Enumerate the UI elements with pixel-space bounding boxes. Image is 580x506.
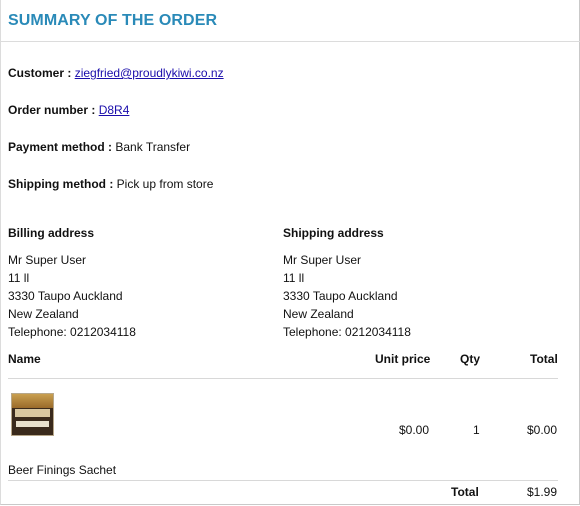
shipping-method-label: Shipping method : [8, 177, 114, 191]
shipping-address-line: New Zealand [283, 307, 354, 321]
total-divider [8, 480, 558, 481]
item-name: Beer Finings Sachet [8, 463, 117, 477]
billing-address-block: Billing address Mr Super User 11 ll 3330… [8, 224, 136, 341]
billing-address-line: New Zealand [8, 307, 79, 321]
payment-method-row: Payment method : Bank Transfer [8, 140, 190, 154]
shipping-address-block: Shipping address Mr Super User 11 ll 333… [283, 224, 411, 341]
customer-row: Customer : ziegfried@proudlykiwi.co.nz [8, 66, 224, 80]
column-header-total: Total [530, 352, 558, 366]
column-header-qty: Qty [460, 352, 481, 366]
page-title: SUMMARY OF THE ORDER [8, 12, 218, 29]
order-number-link[interactable]: D8R4 [99, 103, 130, 117]
billing-address-line: Telephone: 0212034118 [8, 325, 136, 339]
shipping-method-row: Shipping method : Pick up from store [8, 177, 213, 191]
column-header-unit-price: Unit price [375, 352, 431, 366]
shipping-address-line: Telephone: 0212034118 [283, 325, 411, 339]
grand-total-label: Total [451, 485, 479, 499]
customer-email-link[interactable]: ziegfried@proudlykiwi.co.nz [75, 66, 224, 80]
title-divider [0, 41, 580, 42]
shipping-address-line: 11 ll [283, 271, 305, 285]
shipping-method-value: Pick up from store [116, 177, 214, 191]
payment-method-label: Payment method : [8, 140, 113, 154]
shipping-address-line: Mr Super User [283, 253, 362, 267]
product-thumbnail [11, 393, 54, 436]
payment-method-value: Bank Transfer [115, 140, 191, 154]
item-unit-price: $0.00 [399, 423, 430, 437]
order-number-row: Order number : D8R4 [8, 103, 129, 117]
order-number-label: Order number : [8, 103, 96, 117]
item-total: $0.00 [527, 423, 558, 437]
column-header-name: Name [8, 352, 41, 366]
billing-address-line: 11 ll [8, 271, 30, 285]
grand-total-value: $1.99 [527, 485, 558, 499]
shipping-address-line: 3330 Taupo Auckland [283, 289, 398, 303]
item-qty: 1 [473, 423, 480, 437]
header-divider [8, 378, 558, 379]
shipping-address-heading: Shipping address [283, 226, 384, 240]
billing-address-line: 3330 Taupo Auckland [8, 289, 123, 303]
billing-address-heading: Billing address [8, 226, 95, 240]
customer-label: Customer : [8, 66, 72, 80]
billing-address-line: Mr Super User [8, 253, 87, 267]
